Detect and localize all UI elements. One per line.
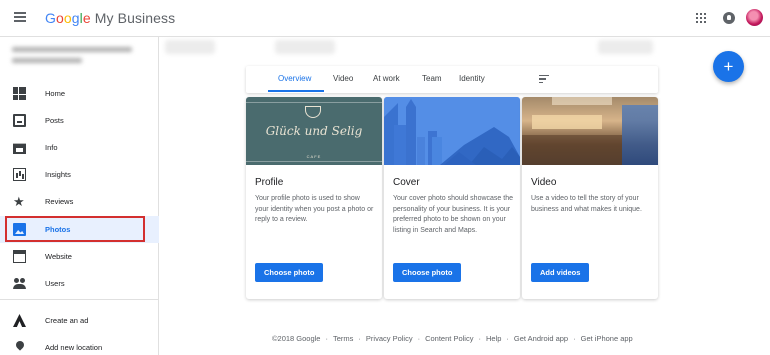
cup-logo-icon — [305, 106, 321, 118]
active-tab-indicator — [268, 90, 324, 92]
brand-logo[interactable]: Google My Business — [45, 10, 175, 26]
business-name-blurred[interactable] — [12, 47, 137, 73]
video-card: Video Use a video to tell the story of y… — [522, 97, 658, 299]
brand-letter: o — [56, 10, 64, 26]
footer-links: ©2018 Google · Terms · Privacy Policy · Conten… — [272, 334, 633, 343]
terms-link[interactable]: Terms — [333, 334, 353, 343]
card-title: Video — [531, 177, 557, 188]
image-script-text: Glück und Selig — [265, 124, 363, 138]
tab-video[interactable]: Video — [333, 74, 353, 83]
sidebar-item-label: Insights — [45, 170, 71, 179]
tab-team[interactable]: Team — [422, 74, 442, 83]
blurred-element — [275, 40, 335, 54]
sidebar-divider — [0, 299, 159, 300]
account-avatar[interactable] — [746, 9, 763, 26]
location-pin-icon — [13, 341, 26, 354]
star-icon: ★ — [13, 194, 25, 209]
hamburger-menu-icon[interactable] — [14, 12, 26, 22]
content-policy-link[interactable]: Content Policy — [425, 334, 473, 343]
tab-overview[interactable]: Overview — [278, 74, 311, 83]
blurred-element — [165, 40, 215, 54]
help-link[interactable]: Help — [486, 334, 501, 343]
sidebar-item-label: Create an ad — [45, 316, 89, 325]
tab-identity[interactable]: Identity — [459, 74, 485, 83]
card-title: Cover — [393, 177, 420, 188]
card-description: Use a video to tell the story of your bu… — [531, 195, 642, 213]
brand-letter: e — [82, 10, 91, 26]
website-icon — [13, 250, 26, 263]
brand-letter: G — [45, 10, 56, 26]
sort-icon[interactable] — [539, 75, 549, 84]
sidebar-item-insights[interactable]: Insights — [0, 161, 159, 188]
sidebar-item-label: Add new location — [45, 343, 103, 352]
apps-grid-icon[interactable] — [696, 13, 706, 23]
google-ads-icon — [13, 314, 26, 327]
users-icon — [13, 277, 26, 290]
notifications-icon[interactable] — [723, 12, 735, 24]
sidebar: Home Posts Info Insights ★ Reviews Photo… — [0, 37, 159, 355]
dashboard-icon — [13, 87, 26, 100]
top-app-bar: Google My Business — [0, 0, 770, 37]
brand-letter: o — [63, 10, 72, 26]
posts-icon — [13, 114, 26, 127]
blurred-element — [598, 40, 653, 54]
sidebar-item-posts[interactable]: Posts — [0, 107, 159, 134]
add-videos-button[interactable]: Add videos — [531, 263, 590, 282]
insights-icon — [13, 168, 26, 181]
privacy-policy-link[interactable]: Privacy Policy — [366, 334, 413, 343]
sidebar-item-label: Reviews — [45, 197, 74, 206]
choose-profile-photo-button[interactable]: Choose photo — [255, 263, 324, 282]
sidebar-item-label: Posts — [45, 116, 64, 125]
image-small-text: CAFE — [306, 154, 322, 159]
brand-letter: g — [71, 10, 80, 26]
copyright-text: ©2018 Google — [272, 334, 321, 343]
cover-photo-image — [384, 97, 520, 165]
sidebar-item-label: Website — [45, 252, 72, 261]
photo-category-tabs: Overview Video At work Team Identity — [246, 66, 658, 93]
cover-photo-card: Cover Your cover photo should showcase t… — [384, 97, 520, 299]
sidebar-item-add-location[interactable]: Add new location — [0, 334, 159, 355]
get-android-app-link[interactable]: Get Android app — [514, 334, 568, 343]
highlight-box — [5, 216, 145, 242]
sidebar-item-info[interactable]: Info — [0, 134, 159, 161]
card-description: Your cover photo should showcase the per… — [393, 195, 513, 234]
sidebar-item-label: Home — [45, 89, 66, 98]
profile-photo-image: Glück und Selig CAFE — [246, 97, 382, 165]
add-photo-fab-button[interactable]: + — [713, 51, 744, 82]
tab-at-work[interactable]: At work — [373, 74, 400, 83]
choose-cover-photo-button[interactable]: Choose photo — [393, 263, 462, 282]
sidebar-item-home[interactable]: Home — [0, 80, 159, 107]
video-thumbnail-image — [522, 97, 658, 165]
card-description: Your profile photo is used to show your … — [255, 195, 374, 223]
sidebar-item-reviews[interactable]: ★ Reviews — [0, 188, 159, 215]
sidebar-item-website[interactable]: Website — [0, 243, 159, 270]
get-iphone-app-link[interactable]: Get iPhone app — [581, 334, 633, 343]
card-title: Profile — [255, 177, 284, 188]
sidebar-item-create-ad[interactable]: Create an ad — [0, 307, 159, 334]
profile-photo-card: Glück und Selig CAFE Profile Your profil… — [246, 97, 382, 299]
sidebar-item-label: Info — [45, 143, 58, 152]
sidebar-item-users[interactable]: Users — [0, 270, 159, 297]
sidebar-item-label: Users — [45, 279, 65, 288]
product-name: My Business — [94, 10, 176, 26]
city-skyline-illustration — [384, 97, 520, 165]
storefront-icon — [13, 143, 26, 154]
